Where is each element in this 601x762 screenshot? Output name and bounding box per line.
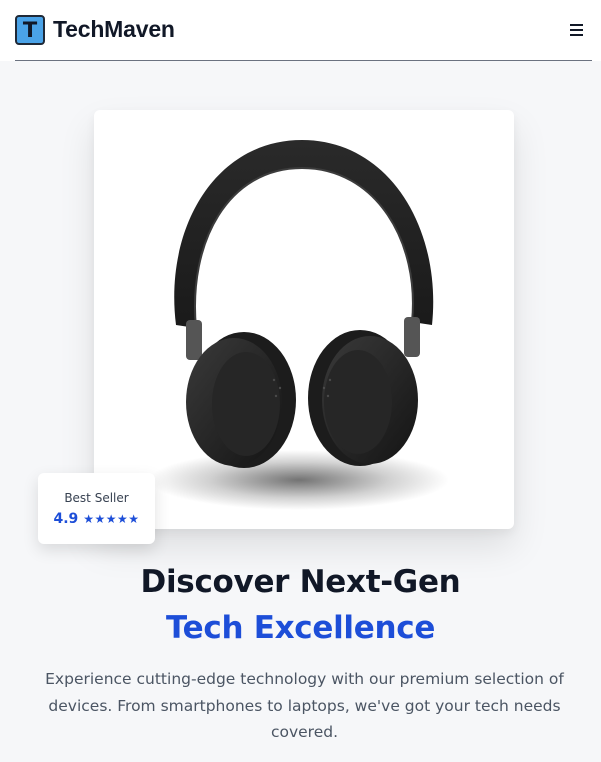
star-rating-icon: ★★★★★ <box>83 512 140 526</box>
rating-number: 4.9 <box>53 511 79 527</box>
logo-letter: T <box>22 17 38 42</box>
hero-headline: Discover Next-Gen Tech Excellence <box>0 560 601 650</box>
header-divider <box>15 60 592 61</box>
headphones-image <box>149 140 449 510</box>
headline-line-1: Discover Next-Gen <box>140 564 461 600</box>
brand-name[interactable]: TechMaven <box>53 16 175 43</box>
badge-label: Best Seller <box>64 491 129 505</box>
hero-description: Experience cutting-edge technology with … <box>45 670 564 741</box>
logo-icon[interactable]: T <box>15 15 45 45</box>
hamburger-menu-icon[interactable] <box>570 20 590 40</box>
product-image-card <box>94 110 514 529</box>
headline-line-2: Tech Excellence <box>165 610 436 646</box>
top-navigation-bar: T TechMaven <box>0 0 601 61</box>
rating-value: 4.9 ★★★★★ <box>38 511 155 527</box>
best-seller-badge: Best Seller 4.9 ★★★★★ <box>38 473 155 544</box>
